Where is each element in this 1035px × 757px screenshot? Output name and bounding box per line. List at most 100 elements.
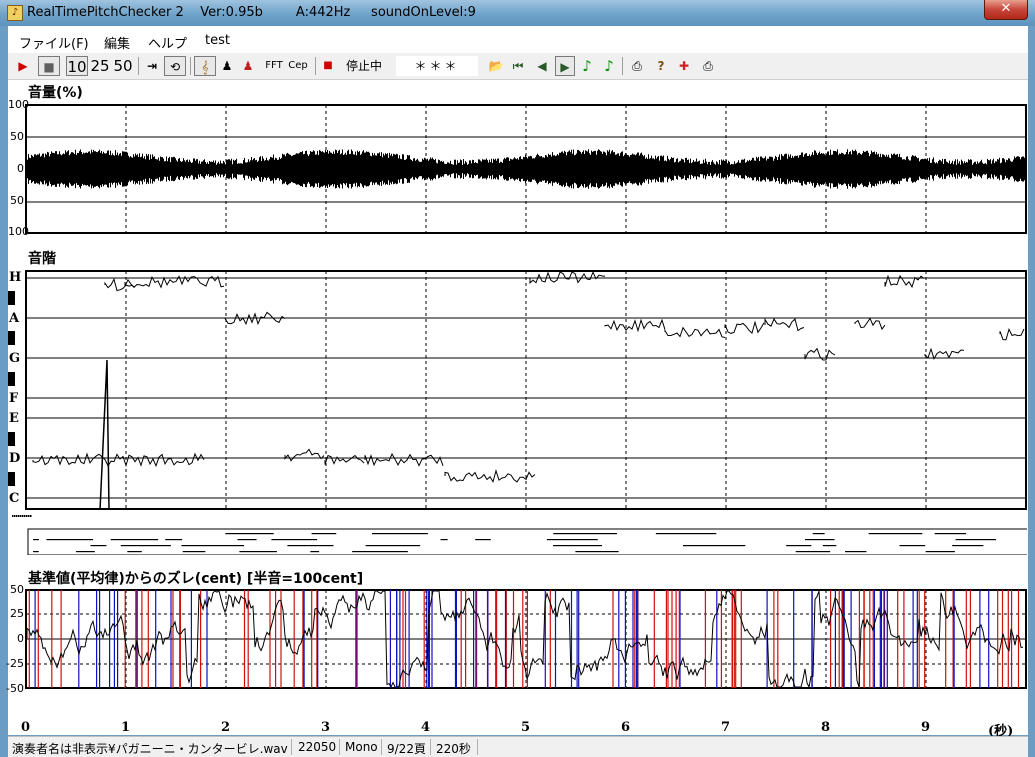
open-folder-icon[interactable]: 📂 <box>486 56 506 76</box>
pitch-trace <box>284 448 325 462</box>
note-bar <box>955 539 997 541</box>
pitch-trace <box>854 317 886 331</box>
cep-button[interactable]: Cep <box>287 56 309 76</box>
marker-icon[interactable]: ✚ <box>676 56 692 76</box>
note-bar <box>311 533 337 535</box>
person-icon[interactable]: ♟ <box>219 56 235 76</box>
title-bar[interactable]: ♪ RealTimePitchChecker 2 Ver:0.95b A:442… <box>0 0 1035 26</box>
record-stop-icon[interactable]: ■ <box>321 56 335 76</box>
pitch-trace-plot <box>25 270 1027 510</box>
note-alt-icon[interactable]: ♪ <box>601 56 617 76</box>
plot-frame <box>25 270 1027 510</box>
pitch-trace <box>99 359 110 510</box>
client-area: ファイル(F) 編集 ヘルプ test ▶ ■ 10 25 50 ⇥ ⟲ 𝄞 ♟… <box>6 26 1028 757</box>
speed-25-button[interactable]: 25 <box>90 56 110 76</box>
note-bar <box>372 533 428 535</box>
note-bar <box>225 533 274 535</box>
first-icon[interactable]: ⏮ <box>509 56 527 76</box>
status-field: ＊＊＊ <box>396 56 478 76</box>
note-bar <box>553 533 618 535</box>
toolbar-separator <box>190 57 191 75</box>
note-bar <box>682 545 746 547</box>
note-bar <box>575 551 619 553</box>
status-bar: 演奏者名は非表示¥パガニーニ・カンタービレ.wav 22050 Mono 9/2… <box>8 736 1028 757</box>
fft-button[interactable]: FFT <box>263 56 285 76</box>
print-icon[interactable]: ⎙ <box>628 56 646 76</box>
volume-tick: 100 <box>8 225 29 238</box>
time-tick: 8 <box>821 720 831 735</box>
time-tick: 5 <box>521 720 531 735</box>
status-separator <box>430 739 431 755</box>
note-bar <box>365 545 421 547</box>
note-bar <box>120 545 171 547</box>
note-bar <box>786 545 812 547</box>
note-bar <box>925 551 955 553</box>
note-bar <box>239 551 277 553</box>
bar-tick <box>24 515 26 517</box>
note-bar <box>655 533 717 535</box>
note-bar <box>475 539 491 541</box>
waveform <box>27 149 1025 189</box>
prev-icon[interactable]: ◀ <box>533 56 551 76</box>
deviation-tick: -25 <box>6 657 24 670</box>
time-tick: 4 <box>421 720 431 735</box>
note-bar <box>46 539 94 541</box>
note-label: E <box>9 411 19 426</box>
speed-50-button[interactable]: 50 <box>113 56 133 76</box>
note-bar <box>287 545 334 547</box>
menu-bar: ファイル(F) 編集 ヘルプ test <box>8 26 1028 53</box>
note-bar <box>952 545 984 547</box>
bar-tick <box>20 515 22 517</box>
note-bar <box>76 551 95 553</box>
skip-to-end-icon[interactable]: ⇥ <box>143 56 161 76</box>
scale-title: 音階 <box>28 251 56 267</box>
black-key <box>8 372 15 386</box>
app-icon: ♪ <box>7 5 23 21</box>
menu-file[interactable]: ファイル(F) <box>19 33 89 52</box>
stop-button[interactable]: ■ <box>38 56 60 76</box>
note-bar <box>845 551 867 553</box>
deviation-plot <box>25 589 1027 689</box>
status-separator <box>339 739 340 755</box>
next-icon[interactable]: ▶ <box>555 56 575 76</box>
person-red-icon[interactable]: ♟ <box>240 56 256 76</box>
deviation-title: 基準値(平均律)からのズレ(cent) [半音=100cent] <box>28 571 364 587</box>
pitch-trace <box>999 328 1025 341</box>
note-label: G <box>9 351 21 366</box>
pitch-trace <box>444 469 536 484</box>
time-tick: 0 <box>21 720 31 735</box>
note-bar <box>804 539 835 541</box>
play-button[interactable]: ▶ <box>14 56 32 76</box>
state-label: 停止中 <box>345 59 382 73</box>
note-bar <box>33 539 39 541</box>
bar-tick <box>26 515 28 517</box>
volume-title: 音量(%) <box>28 85 83 101</box>
bar-tick <box>28 515 30 517</box>
note-label: H <box>9 270 22 285</box>
menu-test[interactable]: test <box>205 33 230 48</box>
pitch-trace <box>764 317 805 332</box>
help-icon[interactable]: ? <box>653 56 669 76</box>
bar-tick <box>12 515 14 517</box>
note-icon[interactable]: ♪ <box>579 56 595 76</box>
violin-icon[interactable]: 𝄞 <box>194 56 216 76</box>
deviation-tick: 25 <box>10 607 24 620</box>
close-button[interactable]: ✕ <box>984 0 1028 20</box>
status-separator <box>381 739 382 755</box>
print-alt-icon[interactable]: ⎙ <box>699 56 717 76</box>
note-label: A <box>9 311 20 326</box>
note-label: D <box>9 451 21 466</box>
note-bar <box>934 533 967 535</box>
status-separator <box>291 739 292 755</box>
menu-help[interactable]: ヘルプ <box>148 33 187 52</box>
pitch-trace <box>724 320 765 335</box>
loop-icon[interactable]: ⟲ <box>164 56 186 76</box>
note-bar <box>165 539 183 541</box>
deviation-tick: 50 <box>10 583 24 596</box>
speed-10-button[interactable]: 10 <box>66 56 88 76</box>
status-channels: Mono <box>345 740 378 754</box>
note-bar <box>310 551 320 553</box>
menu-edit[interactable]: 編集 <box>104 33 130 52</box>
note-bar <box>868 533 923 535</box>
note-bar <box>271 539 318 541</box>
